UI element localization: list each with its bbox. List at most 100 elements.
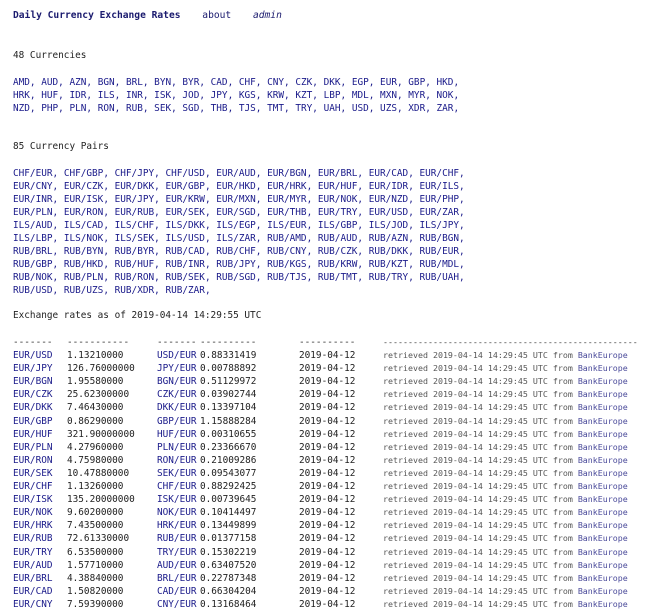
source-link[interactable]: BankEurope xyxy=(578,442,628,452)
currency-pair-link[interactable]: ILS/LBP, xyxy=(13,233,58,244)
currency-link[interactable]: EUR, xyxy=(380,77,403,88)
currency-link[interactable]: CZK, xyxy=(295,77,318,88)
pair-link[interactable]: EUR/NOK xyxy=(13,506,53,519)
currency-pair-link[interactable]: RUB/RON, xyxy=(115,272,160,283)
currency-pair-link[interactable]: ILS/AUD, xyxy=(13,220,58,231)
pair-link[interactable]: EUR/AUD xyxy=(13,559,53,572)
currency-pair-link[interactable]: EUR/HKD, xyxy=(216,181,261,192)
currency-link[interactable]: NZD, xyxy=(13,103,36,114)
currency-pair-link[interactable]: RUB/BGN, xyxy=(420,233,465,244)
currency-pair-link[interactable]: ILS/JOD, xyxy=(369,220,414,231)
currency-pair-link[interactable]: RUB/USD, xyxy=(13,285,58,296)
currency-link[interactable]: ZAR, xyxy=(437,103,460,114)
currency-link[interactable]: UZS, xyxy=(380,103,403,114)
currency-link[interactable]: JPY, xyxy=(211,90,234,101)
currency-pair-link[interactable]: RUB/BYR, xyxy=(115,246,160,257)
currency-pair-link[interactable]: EUR/HRK, xyxy=(267,181,312,192)
source-link[interactable]: BankEurope xyxy=(578,533,628,543)
pair-link[interactable]: EUR/ISK xyxy=(13,493,53,506)
currency-link[interactable]: CAD, xyxy=(211,77,234,88)
currency-link[interactable]: MDL, xyxy=(352,90,375,101)
currency-link[interactable]: KRW, xyxy=(267,90,290,101)
pair-link[interactable]: EUR/RUB xyxy=(13,532,53,545)
inverse-pair-link[interactable]: TRY/EUR xyxy=(157,546,197,559)
inverse-pair-link[interactable]: SEK/EUR xyxy=(157,467,197,480)
currency-link[interactable]: BRL, xyxy=(126,77,149,88)
currency-pair-link[interactable]: EUR/GBP, xyxy=(165,181,210,192)
currency-pair-link[interactable]: ILS/USD, xyxy=(165,233,210,244)
source-link[interactable]: BankEurope xyxy=(578,547,628,557)
inverse-pair-link[interactable]: CNY/EUR xyxy=(157,598,197,611)
currency-pair-link[interactable]: ILS/JPY, xyxy=(420,220,465,231)
pair-link[interactable]: EUR/RON xyxy=(13,454,53,467)
currency-pair-link[interactable]: RUB/JPY, xyxy=(216,259,261,270)
currency-link[interactable]: HKD, xyxy=(437,77,460,88)
currency-pair-link[interactable]: RUB/INR, xyxy=(165,259,210,270)
currency-pair-link[interactable]: EUR/CHF, xyxy=(420,168,465,179)
pair-link[interactable]: EUR/USD xyxy=(13,349,53,362)
currency-pair-link[interactable]: CHF/JPY, xyxy=(115,168,160,179)
currency-link[interactable]: BGN, xyxy=(98,77,121,88)
pair-link[interactable]: EUR/TRY xyxy=(13,546,53,559)
currency-link[interactable]: KGS, xyxy=(239,90,262,101)
inverse-pair-link[interactable]: AUD/EUR xyxy=(157,559,197,572)
currency-link[interactable]: TMT, xyxy=(267,103,290,114)
currency-pair-link[interactable]: RUB/HKD, xyxy=(64,259,109,270)
currency-pair-link[interactable]: EUR/INR, xyxy=(13,194,58,205)
currency-pair-link[interactable]: EUR/NZD, xyxy=(369,194,414,205)
currency-pair-link[interactable]: EUR/SGD, xyxy=(216,207,261,218)
currency-link[interactable]: ISK, xyxy=(154,90,177,101)
currency-link[interactable]: BYR, xyxy=(182,77,205,88)
currency-link[interactable]: THB, xyxy=(211,103,234,114)
admin-link[interactable]: admin xyxy=(253,10,282,21)
source-link[interactable]: BankEurope xyxy=(578,363,628,373)
source-link[interactable]: BankEurope xyxy=(578,402,628,412)
currency-pair-link[interactable]: EUR/USD, xyxy=(369,207,414,218)
currency-link[interactable]: HUF, xyxy=(41,90,64,101)
inverse-pair-link[interactable]: BRL/EUR xyxy=(157,572,197,585)
inverse-pair-link[interactable]: ISK/EUR xyxy=(157,493,197,506)
pair-link[interactable]: EUR/BGN xyxy=(13,375,53,388)
pair-link[interactable]: EUR/DKK xyxy=(13,401,53,414)
currency-pair-link[interactable]: EUR/HUF, xyxy=(318,181,363,192)
source-link[interactable]: BankEurope xyxy=(578,573,628,583)
inverse-pair-link[interactable]: JPY/EUR xyxy=(157,362,197,375)
currency-pair-link[interactable]: RUB/EUR, xyxy=(420,246,465,257)
currency-pair-link[interactable]: RUB/TRY, xyxy=(369,272,414,283)
currency-pair-link[interactable]: EUR/THB, xyxy=(267,207,312,218)
currency-link[interactable]: CHF, xyxy=(239,77,262,88)
currency-pair-link[interactable]: EUR/MYR, xyxy=(267,194,312,205)
currency-pair-link[interactable]: RUB/AZN, xyxy=(369,233,414,244)
inverse-pair-link[interactable]: HUF/EUR xyxy=(157,428,197,441)
pair-link[interactable]: EUR/HUF xyxy=(13,428,53,441)
inverse-pair-link[interactable]: RON/EUR xyxy=(157,454,197,467)
inverse-pair-link[interactable]: GBP/EUR xyxy=(157,415,197,428)
currency-link[interactable]: AUD, xyxy=(41,77,64,88)
source-link[interactable]: BankEurope xyxy=(578,520,628,530)
currency-pair-link[interactable]: EUR/CNY, xyxy=(13,181,58,192)
currency-link[interactable]: IDR, xyxy=(69,90,92,101)
pair-link[interactable]: EUR/CHF xyxy=(13,480,53,493)
currency-pair-link[interactable]: RUB/CAD, xyxy=(165,246,210,257)
currency-link[interactable]: PHP, xyxy=(41,103,64,114)
currency-pair-link[interactable]: RUB/UAH, xyxy=(420,272,465,283)
currency-pair-link[interactable]: RUB/UZS, xyxy=(64,285,109,296)
currency-link[interactable]: SGD, xyxy=(182,103,205,114)
currency-pair-link[interactable]: RUB/KZT, xyxy=(369,259,414,270)
currency-pair-link[interactable]: RUB/HUF, xyxy=(115,259,160,270)
currency-pair-link[interactable]: RUB/KRW, xyxy=(318,259,363,270)
currency-link[interactable]: CNY, xyxy=(267,77,290,88)
source-link[interactable]: BankEurope xyxy=(578,376,628,386)
currency-link[interactable]: XDR, xyxy=(408,103,431,114)
currency-pair-link[interactable]: RUB/BYN, xyxy=(64,246,109,257)
source-link[interactable]: BankEurope xyxy=(578,429,628,439)
currency-link[interactable]: KZT, xyxy=(295,90,318,101)
source-link[interactable]: BankEurope xyxy=(578,586,628,596)
currency-pair-link[interactable]: EUR/CZK, xyxy=(64,181,109,192)
currency-link[interactable]: MXN, xyxy=(380,90,403,101)
currency-pair-link[interactable]: ILS/GBP, xyxy=(318,220,363,231)
currency-pair-link[interactable]: RUB/ZAR, xyxy=(165,285,210,296)
currency-pair-link[interactable]: RUB/TJS, xyxy=(267,272,312,283)
currency-pair-link[interactable]: RUB/CHF, xyxy=(216,246,261,257)
currency-link[interactable]: SEK, xyxy=(154,103,177,114)
